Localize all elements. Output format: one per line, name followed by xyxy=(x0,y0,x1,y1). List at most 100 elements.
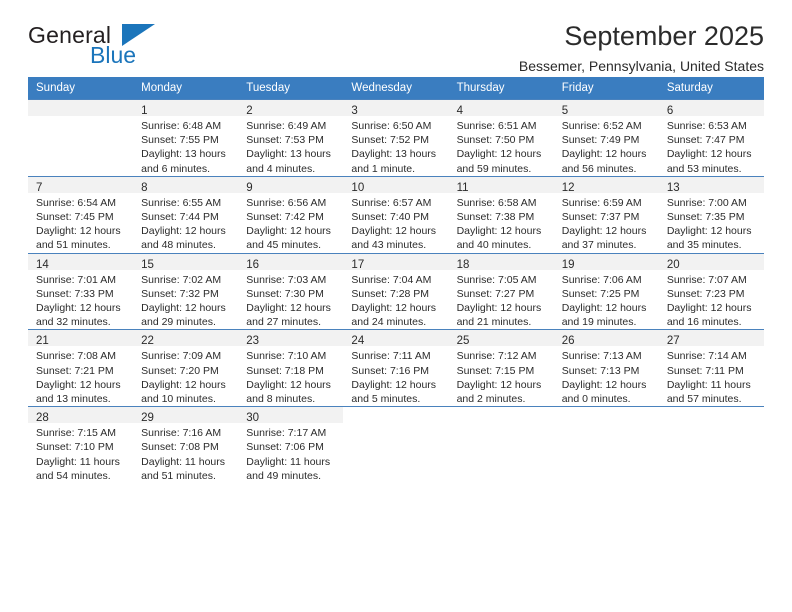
calendar-day-cell[interactable]: 24 Sunrise: 7:11 AM Sunset: 7:16 PM Dayligh… xyxy=(343,329,449,407)
calendar-day-cell[interactable]: 26 Sunrise: 7:13 AM Sunset: 7:13 PM Dayligh… xyxy=(553,329,659,407)
day-detail: Sunrise: 7:13 AM Sunset: 7:13 PM Daylight:… xyxy=(554,346,659,406)
calendar-day-cell[interactable]: 10 Sunrise: 6:57 AM Sunset: 7:40 PM Dayligh… xyxy=(343,175,449,254)
day-detail-line: Sunset: 7:06 PM xyxy=(246,441,324,454)
calendar-day-cell[interactable]: 30 Sunrise: 7:17 AM Sunset: 7:06 PM Dayligh… xyxy=(238,406,344,484)
day-detail-line: Sunset: 7:08 PM xyxy=(141,441,219,454)
calendar-day-cell[interactable]: 25 Sunrise: 7:12 AM Sunset: 7:15 PM Dayligh… xyxy=(448,329,554,407)
calendar-day-cell[interactable]: 20 Sunrise: 7:07 AM Sunset: 7:23 PM Dayligh… xyxy=(658,252,764,330)
calendar-day-cell[interactable]: 19 Sunrise: 7:06 AM Sunset: 7:25 PM Dayligh… xyxy=(553,252,659,330)
day-detail-line: Sunset: 7:53 PM xyxy=(246,134,324,147)
day-number: 23 xyxy=(246,335,260,348)
calendar-empty-cell xyxy=(553,406,659,484)
calendar-day-cell[interactable]: 13 Sunrise: 7:00 AM Sunset: 7:35 PM Dayligh… xyxy=(658,175,764,254)
calendar-day-cell[interactable]: 11 Sunrise: 6:58 AM Sunset: 7:38 PM Dayligh… xyxy=(448,175,554,254)
calendar-day-cell[interactable]: 16 Sunrise: 7:03 AM Sunset: 7:30 PM Dayligh… xyxy=(238,252,344,330)
page-title: September 2025 xyxy=(564,21,764,51)
day-detail-line: Sunset: 7:11 PM xyxy=(666,364,744,377)
day-detail-line: and 51 minutes. xyxy=(36,239,111,252)
day-detail: Sunrise: 7:01 AM Sunset: 7:33 PM Daylight:… xyxy=(28,270,133,330)
day-number-band: 22 xyxy=(133,330,239,347)
day-detail-line: Sunrise: 6:55 AM xyxy=(141,196,222,209)
day-number: 19 xyxy=(561,258,575,271)
day-number-band: 5 xyxy=(553,100,659,117)
day-detail-line: Sunrise: 6:51 AM xyxy=(456,120,537,132)
calendar-day-cell[interactable]: 5 Sunrise: 6:52 AM Sunset: 7:49 PM Daylight… xyxy=(553,99,659,177)
calendar-day-cell[interactable]: 12 Sunrise: 6:59 AM Sunset: 7:37 PM Dayligh… xyxy=(553,175,659,254)
day-detail: Sunrise: 6:57 AM Sunset: 7:40 PM Daylight:… xyxy=(343,193,448,253)
calendar-day-cell[interactable]: 1 Sunrise: 6:48 AM Sunset: 7:55 PM Daylight… xyxy=(133,99,239,177)
day-detail-line: Sunrise: 6:56 AM xyxy=(246,196,327,209)
day-detail-line: and 27 minutes. xyxy=(246,316,321,329)
day-number-band: 19 xyxy=(553,253,659,271)
calendar-day-cell[interactable]: 18 Sunrise: 7:05 AM Sunset: 7:27 PM Dayligh… xyxy=(448,252,554,330)
day-detail-line: Sunset: 7:20 PM xyxy=(141,364,219,377)
day-detail-line: Sunset: 7:27 PM xyxy=(456,287,535,300)
day-number: 9 xyxy=(246,181,253,194)
day-detail-line: Sunrise: 7:04 AM xyxy=(351,273,432,286)
day-detail: Sunrise: 7:11 AM Sunset: 7:16 PM Daylight:… xyxy=(343,346,448,406)
day-detail xyxy=(343,423,448,426)
day-detail-line: Sunrise: 7:14 AM xyxy=(666,350,747,363)
day-number-band: 15 xyxy=(133,253,239,271)
day-number-band: 1 xyxy=(133,100,239,117)
day-number: 11 xyxy=(456,181,469,194)
weekday-header-wednesday: Wednesday xyxy=(343,77,449,100)
weekday-header-monday: Monday xyxy=(133,77,239,100)
day-number: 8 xyxy=(141,181,148,194)
day-detail-line: and 5 minutes. xyxy=(351,393,421,406)
calendar-day-cell[interactable]: 2 Sunrise: 6:49 AM Sunset: 7:53 PM Daylight… xyxy=(238,99,344,177)
calendar-day-cell[interactable]: 29 Sunrise: 7:16 AM Sunset: 7:08 PM Dayligh… xyxy=(133,406,239,484)
day-number: 18 xyxy=(456,258,470,271)
calendar-day-cell[interactable]: 7 Sunrise: 6:54 AM Sunset: 7:45 PM Daylight… xyxy=(28,175,134,254)
day-detail-line: Sunrise: 7:10 AM xyxy=(246,350,327,363)
calendar-week-row: 28 Sunrise: 7:15 AM Sunset: 7:10 PM Dayligh… xyxy=(28,406,764,484)
calendar-day-cell[interactable]: 27 Sunrise: 7:14 AM Sunset: 7:11 PM Dayligh… xyxy=(658,329,764,407)
calendar-day-cell[interactable]: 17 Sunrise: 7:04 AM Sunset: 7:28 PM Dayligh… xyxy=(343,252,449,330)
calendar-empty-cell xyxy=(658,406,764,484)
day-detail-line: Daylight: 12 hours xyxy=(351,302,437,315)
weekday-header-friday: Friday xyxy=(553,77,659,100)
page-header: General Blue September 2025 Bessemer, Pe… xyxy=(28,0,764,74)
day-detail-line: Sunrise: 6:57 AM xyxy=(351,196,432,209)
day-detail: Sunrise: 7:05 AM Sunset: 7:27 PM Daylight:… xyxy=(449,270,554,330)
day-detail: Sunrise: 6:50 AM Sunset: 7:52 PM Daylight:… xyxy=(343,116,448,176)
day-detail-line: Daylight: 12 hours xyxy=(246,225,331,238)
day-detail-line: Sunset: 7:44 PM xyxy=(141,211,219,224)
day-detail-line: Sunrise: 6:54 AM xyxy=(36,196,116,209)
day-detail: Sunrise: 7:14 AM Sunset: 7:11 PM Daylight:… xyxy=(659,346,764,406)
day-number: 30 xyxy=(246,412,260,425)
calendar-day-cell[interactable]: 15 Sunrise: 7:02 AM Sunset: 7:32 PM Dayligh… xyxy=(133,252,239,330)
general-blue-logo[interactable]: General Blue xyxy=(28,22,268,74)
day-number-band: 30 xyxy=(238,407,344,425)
calendar-day-cell[interactable]: 6 Sunrise: 6:53 AM Sunset: 7:47 PM Daylight… xyxy=(658,99,764,177)
day-detail-line: Sunset: 7:30 PM xyxy=(246,287,324,300)
day-detail-line: Daylight: 12 hours xyxy=(141,225,226,238)
calendar-day-cell[interactable]: 14 Sunrise: 7:01 AM Sunset: 7:33 PM Dayligh… xyxy=(28,252,134,330)
day-number-band: 25 xyxy=(448,330,554,347)
calendar-day-cell[interactable]: 3 Sunrise: 6:50 AM Sunset: 7:52 PM Daylight… xyxy=(343,99,449,177)
day-detail-line: and 24 minutes. xyxy=(351,316,427,329)
day-detail-line: Daylight: 12 hours xyxy=(36,302,121,315)
calendar-day-cell[interactable]: 23 Sunrise: 7:10 AM Sunset: 7:18 PM Dayligh… xyxy=(238,329,344,407)
calendar-table: Sunday Monday Tuesday Wednesday Thursday… xyxy=(28,77,764,484)
day-detail-line: Sunrise: 6:48 AM xyxy=(141,120,222,132)
day-number-band: 2 xyxy=(238,100,344,117)
calendar-day-cell[interactable]: 28 Sunrise: 7:15 AM Sunset: 7:10 PM Dayligh… xyxy=(28,406,134,484)
day-detail: Sunrise: 6:53 AM Sunset: 7:47 PM Daylight:… xyxy=(659,116,764,176)
day-detail-line: and 37 minutes. xyxy=(561,239,637,252)
day-detail-line: Sunrise: 6:53 AM xyxy=(666,120,747,132)
day-detail-line: Sunrise: 7:12 AM xyxy=(456,350,537,363)
calendar-day-cell[interactable]: 22 Sunrise: 7:09 AM Sunset: 7:20 PM Dayligh… xyxy=(133,329,239,407)
calendar-day-cell[interactable]: 8 Sunrise: 6:55 AM Sunset: 7:44 PM Daylight… xyxy=(133,175,239,254)
day-detail-line: and 19 minutes. xyxy=(561,316,637,329)
day-number: 3 xyxy=(351,105,358,117)
day-number-band: 4 xyxy=(448,100,554,117)
calendar-day-cell[interactable]: 4 Sunrise: 6:51 AM Sunset: 7:50 PM Daylight… xyxy=(448,99,554,177)
calendar-day-cell[interactable]: 21 Sunrise: 7:08 AM Sunset: 7:21 PM Dayligh… xyxy=(28,329,134,407)
calendar-day-cell[interactable]: 9 Sunrise: 6:56 AM Sunset: 7:42 PM Daylight… xyxy=(238,175,344,254)
calendar-week-row: 1 Sunrise: 6:48 AM Sunset: 7:55 PM Daylight… xyxy=(28,99,764,177)
day-detail-line: Daylight: 12 hours xyxy=(561,302,647,315)
day-detail-line: Daylight: 11 hours xyxy=(36,455,120,468)
day-number-band: 23 xyxy=(238,330,344,348)
day-number-band: 27 xyxy=(658,330,764,347)
